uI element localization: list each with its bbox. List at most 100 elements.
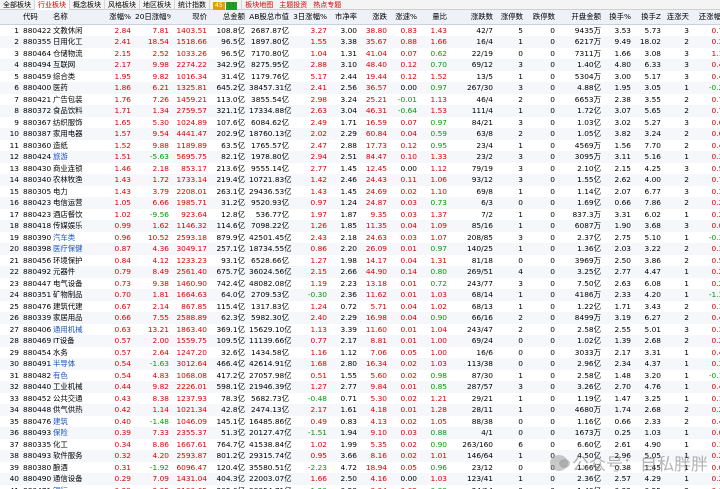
table-row[interactable]: 33 880452 公共交通 0.43 8.38 1237.93 78.3亿 5682.73亿…: [0, 393, 720, 405]
table-row[interactable]: 27 880406 通用机械 0.63 13.21 1863.40 369.1亿 15629.…: [0, 324, 720, 336]
table-cell: 880491: [21, 358, 51, 370]
table-row[interactable]: 32 880440 工业机械 0.44 9.82 2226.01 598.1亿 21946.3…: [0, 381, 720, 393]
table-row[interactable]: 1 880422 文教休闲 2.84 7.81 1403.51 108.8亿 2687.87亿…: [0, 24, 720, 36]
table-cell: 1: [663, 427, 691, 439]
col-header[interactable]: AB股总市值: [247, 10, 291, 25]
table-cell: -9.56: [149, 209, 169, 219]
table-cell: 3.31: [644, 347, 661, 357]
table-cell: 3033万: [574, 347, 601, 357]
table-row[interactable]: 19 880390 汽车类 0.96 10.52 2593.18 879.9亿 42501.4…: [0, 232, 720, 244]
table-cell: 120.4亿: [216, 462, 245, 472]
table-cell: 1.24: [310, 301, 327, 311]
table-cell: 1897.80亿: [247, 36, 291, 48]
table-cell: 1.40亿: [557, 59, 603, 71]
col-header[interactable]: 市净率: [329, 10, 359, 25]
table-row[interactable]: 20 880398 医疗保健 0.87 4.36 3049.17 257.1亿 18734.5…: [0, 243, 720, 255]
table-cell: 20127.47亿: [247, 427, 291, 439]
table-row[interactable]: 11 880360 造纸 1.52 9.88 1189.89 63.5亿 1765.57亿 2.…: [0, 140, 720, 152]
col-header[interactable]: 涨速%: [389, 10, 419, 25]
table-row[interactable]: 22 880492 元器件 0.79 8.49 2561.40 675.7亿 36024.56…: [0, 266, 720, 278]
table-cell: 3: [684, 186, 689, 196]
table-cell: 4.47: [633, 266, 663, 278]
table-row[interactable]: 7 880421 广告包装 1.76 7.26 1459.21 113.0亿 3855.54亿…: [0, 94, 720, 106]
table-cell: 1.09: [419, 220, 449, 232]
table-cell: 0.01: [389, 289, 419, 301]
table-cell: 69/8: [476, 186, 493, 196]
table-cell: 4441.47: [171, 128, 209, 140]
col-header[interactable]: 还涨幅%: [691, 10, 720, 25]
col-header[interactable]: 3日涨幅%: [291, 10, 329, 25]
table-row[interactable]: 37 880335 化工 0.34 8.86 1667.61 764.7亿 41538.84亿…: [0, 439, 720, 451]
col-header[interactable]: 涨跌数: [449, 10, 495, 25]
table-cell: 3.00: [340, 25, 357, 35]
tab-all-sectors[interactable]: 全部板块: [0, 0, 35, 10]
col-header[interactable]: 涨停数: [495, 10, 525, 25]
tab-theme-invest[interactable]: 主题投资: [276, 0, 310, 10]
table-cell: 文教休闲: [53, 25, 83, 35]
col-header[interactable]: 涨跌: [359, 10, 389, 25]
table-row[interactable]: 34 880448 供气供热 0.42 1.14 1021.34 42.8亿 2474.13亿…: [0, 404, 720, 416]
col-header[interactable]: 涨幅%: [105, 10, 133, 25]
tab-region-sectors[interactable]: 地区板块: [140, 0, 175, 10]
table-cell: 18760.13亿: [247, 128, 291, 140]
col-header[interactable]: 开盘金额: [557, 10, 603, 25]
table-row[interactable]: 25 880476 建筑代建 0.67 2.14 867.85 115.4亿 1317.83亿…: [0, 301, 720, 313]
table-row[interactable]: 14 880340 农林牧渔 1.43 1.72 1733.14 219.4亿 10721.8…: [0, 174, 720, 186]
tab-hot-topics[interactable]: 热点专题: [310, 0, 344, 10]
table-row[interactable]: 41880471银行0.293.353190.65205.0亿98854.71亿…: [0, 485, 720, 489]
table-cell: 0: [550, 255, 555, 265]
table-row[interactable]: 10 880387 家用电器 1.57 9.54 4441.47 202.9亿 18760.1…: [0, 128, 720, 140]
table-row[interactable]: 30 880491 半导体 0.54 -1.63 3012.64 466.4亿 42614.9…: [0, 358, 720, 370]
table-row[interactable]: 24 880351 矿物制品 0.70 1.81 1664.63 64.0亿 2709.53亿…: [0, 289, 720, 301]
table-cell: 880372: [21, 105, 51, 117]
table-row[interactable]: 6 880400 医药 1.86 6.21 1325.81 645.2亿 38457.31亿 2…: [0, 82, 720, 94]
col-header[interactable]: 代码: [21, 10, 51, 25]
table-cell: 23/12: [471, 462, 493, 472]
col-header[interactable]: 连涨天: [663, 10, 691, 25]
table-row[interactable]: 5 880459 综合类 1.95 9.82 1016.34 31.4亿 1179.76亿 5.…: [0, 71, 720, 83]
col-header[interactable]: 20日涨幅%: [133, 10, 171, 25]
col-header[interactable]: 换手%: [603, 10, 633, 25]
tab-sector-map[interactable]: 板块地图: [242, 0, 276, 10]
table-row[interactable]: 9 880367 纺织服饰 1.65 5.30 1024.89 107.6亿 6084.62亿…: [0, 117, 720, 129]
col-header[interactable]: 总金额: [209, 10, 247, 25]
tab-concept-sectors[interactable]: 概念板块: [70, 0, 105, 10]
table-cell: 3.27: [310, 25, 327, 35]
table-row[interactable]: 23 880447 电气设备 0.73 9.38 1460.90 742.4亿 48082.0…: [0, 278, 720, 290]
col-header[interactable]: 量比: [419, 10, 449, 25]
tab-style-sectors[interactable]: 风格板块: [105, 0, 140, 10]
table-cell: 1233.23: [176, 255, 207, 265]
col-header[interactable]: 名称: [51, 10, 105, 25]
table-row[interactable]: 21 880456 环境保护 0.84 4.12 1233.23 93.1亿 6528.66亿…: [0, 255, 720, 267]
table-row[interactable]: 31 880482 有色 0.54 4.83 1068.08 417.2亿 27057.98亿…: [0, 370, 720, 382]
table-row[interactable]: 16 880423 电信运营 1.05 6.66 1985.71 31.2亿 9520.93亿…: [0, 197, 720, 209]
table-row[interactable]: 15 880305 电力 1.43 3.79 2208.01 263.1亿 29436.53亿…: [0, 186, 720, 198]
tab-stat-index[interactable]: 统计指数: [175, 0, 210, 10]
table-row[interactable]: 4 880494 互联网 2.17 9.98 2274.22 342.9亿 8275.95亿 2…: [0, 59, 720, 71]
col-header[interactable]: 换手Z: [633, 10, 663, 25]
col-header[interactable]: 现价: [171, 10, 209, 25]
table-cell: 1.68: [291, 358, 329, 370]
table-cell: 0: [525, 105, 557, 117]
table-cell: 5.27: [644, 117, 661, 127]
tab-bar: 全部板块 行业板块 概念板块 风格板块 地区板块 统计指数 45 11 板块地图 …: [0, 0, 720, 10]
table-cell: 13.18: [365, 278, 387, 288]
table-row[interactable]: 17 880423 酒店餐饮 1.02 -9.56 923.64 12.8亿 536.77亿 1…: [0, 209, 720, 221]
table-row[interactable]: 12 880424 旅游 1.51 -5.63 5695.75 82.1亿 1978.80亿 2…: [0, 151, 720, 163]
tab-industry-sectors[interactable]: 行业板块: [35, 0, 70, 10]
table-row[interactable]: 18 880418 传媒娱乐 0.99 1.62 1146.32 114.6亿 7098.22…: [0, 220, 720, 232]
table-row[interactable]: 8 880372 食品饮料 1.71 1.34 2759.57 321.1亿 17334.88…: [0, 105, 720, 117]
table-row[interactable]: 36 880493 保险 0.39 7.33 2355.37 51.3亿 20127.47亿 -…: [0, 427, 720, 439]
table-row[interactable]: 29 880454 水务 0.57 2.64 1247.20 32.6亿 1434.58亿 1.…: [0, 347, 720, 359]
table-row[interactable]: 2 880355 日用化工 2.41 18.54 1518.66 96.5亿 1897.80亿…: [0, 36, 720, 48]
table-cell: 2.77: [310, 163, 327, 173]
table-row[interactable]: 26 880339 家居用品 0.66 7.55 2588.89 62.3亿 5982.30亿…: [0, 312, 720, 324]
table-row[interactable]: 13 880430 商业连锁 1.46 2.18 853.17 213.6亿 9555.14亿…: [0, 163, 720, 175]
table-cell: 1.03: [633, 427, 663, 439]
col-header[interactable]: 跌停数: [525, 10, 557, 25]
table-row[interactable]: 28 880469 IT设备 0.57 2.00 1559.75 109.5亿 11139.6…: [0, 335, 720, 347]
table-cell: 0.39: [105, 427, 133, 439]
table-row[interactable]: 3 880464 仓储物流 2.15 2.52 1033.26 96.5亿 7170.80亿 1…: [0, 48, 720, 60]
table-cell: 2759.57: [171, 105, 209, 117]
table-row[interactable]: 35 880476 建筑 0.40 -1.48 1046.09 145.1亿 16485.86…: [0, 416, 720, 428]
